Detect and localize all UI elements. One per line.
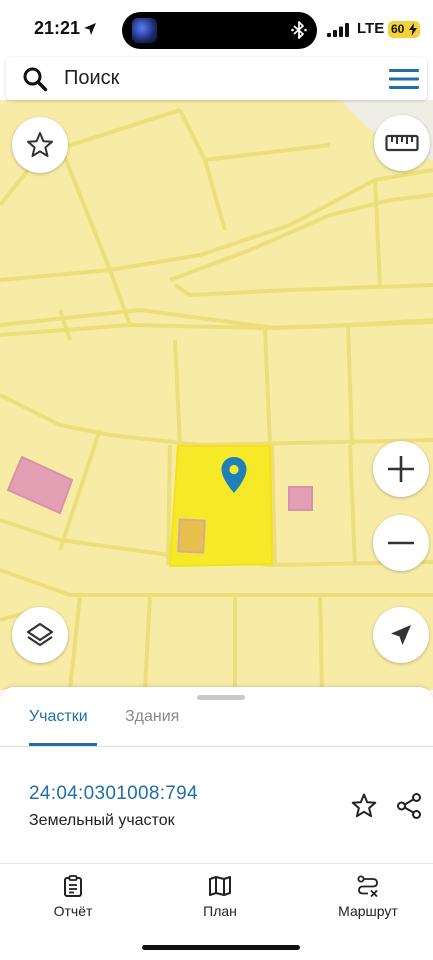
- nav-plan[interactable]: План: [175, 875, 265, 919]
- search-bar: [6, 57, 427, 100]
- route-icon: [357, 875, 378, 897]
- bluetooth-icon: [291, 21, 307, 39]
- layers-button[interactable]: [12, 607, 68, 663]
- minus-icon: [388, 541, 414, 545]
- cadastral-number-link[interactable]: 24:04:0301008:794: [29, 783, 198, 805]
- battery-indicator: 60: [388, 21, 420, 38]
- nav-report[interactable]: Отчёт: [28, 875, 118, 919]
- bottom-sheet: Участки Здания 24:04:0301008:794 Земельн…: [0, 687, 433, 960]
- building-footprint[interactable]: [177, 518, 206, 554]
- charging-bolt-icon: [409, 23, 417, 36]
- my-location-button[interactable]: [373, 607, 429, 663]
- nav-route-label: Маршрут: [338, 903, 398, 919]
- nav-plan-label: План: [203, 903, 237, 919]
- now-playing-thumbnail: [132, 18, 157, 43]
- tabs-divider: [0, 746, 433, 747]
- status-time: 21:21: [34, 18, 81, 38]
- list-divider: [0, 863, 433, 864]
- zoom-in-button[interactable]: [373, 441, 429, 497]
- share-icon[interactable]: [395, 792, 423, 820]
- tab-buildings[interactable]: Здания: [125, 708, 179, 726]
- building-footprint[interactable]: [6, 455, 74, 515]
- star-icon[interactable]: [350, 792, 378, 820]
- favorite-map-button[interactable]: [12, 117, 68, 173]
- signal-icon: [327, 23, 349, 37]
- location-pin-icon: [221, 457, 247, 493]
- parcel-boundaries: [0, 100, 433, 690]
- plus-icon: [388, 456, 414, 482]
- sheet-grabber[interactable]: [197, 695, 245, 700]
- location-arrow-icon: [84, 23, 96, 35]
- ruler-button[interactable]: [374, 115, 430, 171]
- zoom-out-button[interactable]: [373, 515, 429, 571]
- building-footprint[interactable]: [288, 486, 313, 511]
- home-indicator[interactable]: [142, 945, 300, 950]
- search-icon[interactable]: [22, 66, 48, 92]
- map-plan-icon: [209, 876, 231, 896]
- cadastral-map[interactable]: [0, 100, 433, 690]
- layers-icon: [26, 622, 54, 647]
- navigation-arrow-icon: [391, 625, 411, 645]
- parcel-type-label: Земельный участок: [29, 812, 175, 829]
- nav-route[interactable]: Маршрут: [323, 875, 413, 919]
- nav-report-label: Отчёт: [53, 903, 93, 919]
- battery-level: 60: [391, 22, 405, 36]
- star-icon: [27, 132, 53, 157]
- status-bar: 21:21 LTE 60: [0, 0, 433, 58]
- ruler-icon: [385, 134, 419, 152]
- search-input[interactable]: [64, 65, 364, 92]
- hamburger-menu-icon[interactable]: [388, 66, 420, 92]
- dynamic-island: [122, 12, 317, 49]
- network-type: LTE: [357, 20, 385, 37]
- report-icon: [64, 875, 82, 897]
- tab-parcels[interactable]: Участки: [29, 708, 88, 726]
